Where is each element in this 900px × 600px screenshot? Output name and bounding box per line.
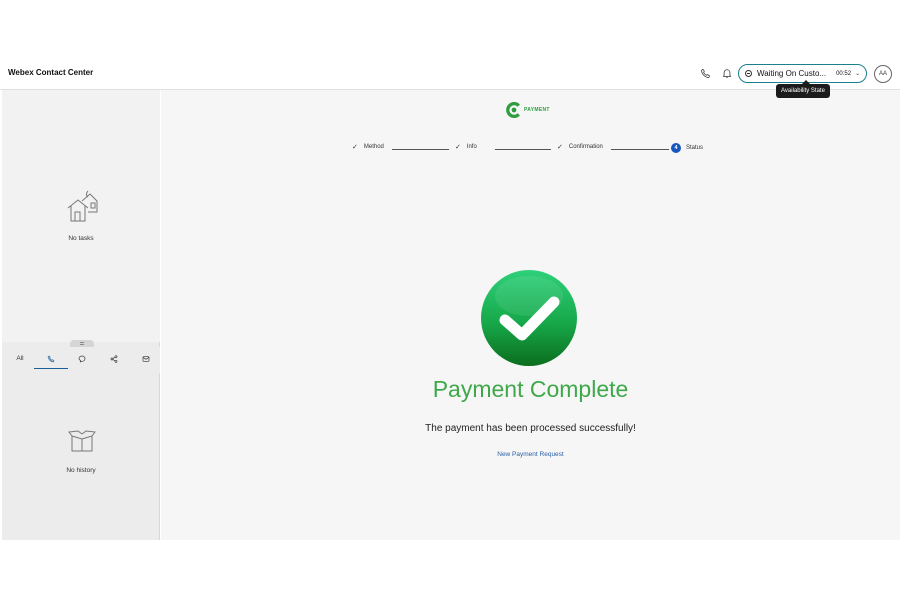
main-content: PAYMENT ✓ Method ✓ Info ✓ Confirmation 4…	[161, 90, 900, 540]
chat-icon	[78, 355, 86, 363]
status-message: The payment has been processed successfu…	[425, 423, 636, 434]
state-status-icon	[745, 70, 752, 77]
step-connector	[495, 149, 551, 150]
page-title: Payment Complete	[432, 376, 629, 402]
progress-stepper: ✓ Method ✓ Info ✓ Confirmation 4 Status	[348, 143, 708, 157]
payment-logo: PAYMENT	[506, 102, 550, 118]
step-number-badge: 4	[671, 143, 681, 153]
step-label: Status	[686, 145, 704, 151]
tab-phone[interactable]	[34, 355, 68, 369]
state-timer: 00:52	[836, 70, 852, 77]
step-confirmation[interactable]: ✓ Confirmation	[557, 143, 603, 151]
panel-resize-handle[interactable]	[70, 340, 94, 347]
step-label: Method	[363, 144, 384, 150]
no-tasks-text: No tasks	[68, 235, 94, 242]
tab-all[interactable]: All	[14, 355, 26, 369]
logo-text: PAYMENT	[524, 107, 550, 113]
avatar[interactable]: AA	[874, 65, 892, 83]
email-icon	[142, 356, 150, 362]
tab-email[interactable]	[140, 355, 152, 369]
state-label: Waiting On Custo...	[757, 69, 827, 78]
bell-icon[interactable]	[720, 66, 734, 80]
tasks-panel: No tasks	[2, 90, 160, 342]
step-connector	[392, 149, 449, 150]
availability-tooltip: Availability State	[776, 80, 830, 98]
payment-logo-icon	[506, 102, 520, 118]
sidebar: No tasks All No history	[2, 90, 160, 540]
step-method[interactable]: ✓ Method	[352, 143, 384, 151]
checkmark-icon: ✓	[352, 144, 358, 151]
app-title: Webex Contact Center	[8, 68, 94, 77]
share-icon	[110, 355, 118, 363]
tab-social[interactable]	[108, 355, 120, 369]
chevron-down-icon: ⌄	[855, 71, 861, 77]
tab-chat[interactable]	[76, 355, 88, 369]
no-history-text: No history	[66, 467, 96, 474]
empty-history-box-icon	[68, 430, 96, 457]
phone-icon	[47, 355, 55, 363]
checkmark-icon: ✓	[455, 144, 461, 151]
step-info[interactable]: ✓ Info	[455, 143, 477, 151]
new-payment-request-link[interactable]: New Payment Request	[161, 451, 900, 458]
history-tabs: All	[2, 347, 160, 373]
top-header: Webex Contact Center Waiting On Custo...…	[0, 56, 900, 98]
step-label: Info	[466, 144, 477, 150]
app-window: Webex Contact Center Waiting On Custo...…	[0, 56, 900, 540]
empty-tasks-house-icon	[64, 188, 100, 229]
success-checkmark-icon	[479, 268, 579, 368]
checkmark-icon: ✓	[557, 144, 563, 151]
phone-icon[interactable]	[698, 66, 712, 80]
step-status[interactable]: 4 Status	[671, 143, 703, 153]
step-label: Confirmation	[568, 144, 603, 150]
step-connector	[611, 149, 669, 150]
